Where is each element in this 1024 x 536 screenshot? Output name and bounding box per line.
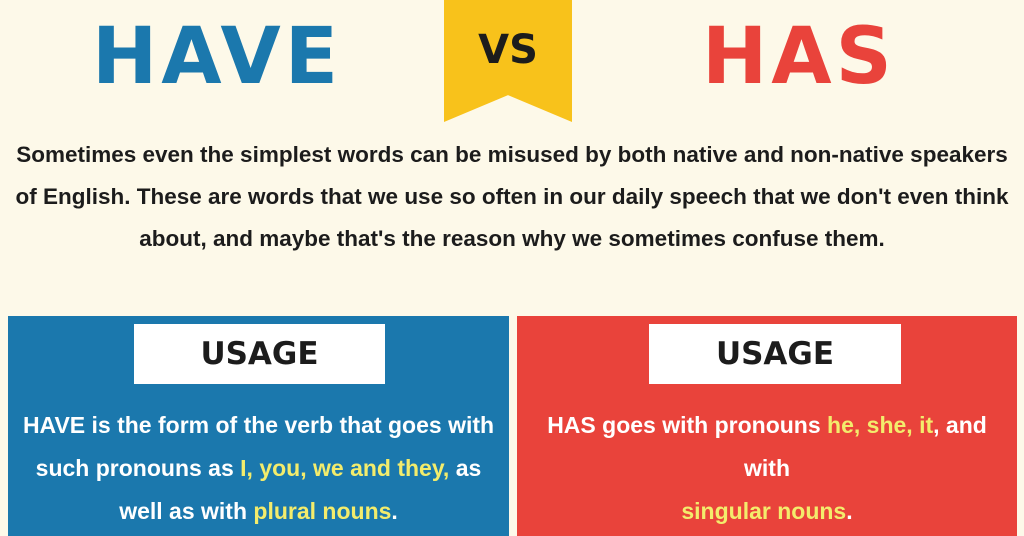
have-usage-text: HAVE is the form of the verb that goes w… <box>18 404 499 533</box>
vs-label: VS <box>478 27 538 73</box>
has-highlight-singular-nouns: singular nouns <box>681 498 847 524</box>
title-has: HAS <box>702 12 896 102</box>
have-highlight-pronouns: I, you, we and they, <box>240 455 450 481</box>
has-text-part3: . <box>846 498 853 524</box>
has-usage-text: HAS goes with pronouns he, she, it, and … <box>527 404 1007 533</box>
has-text-part1: HAS goes with pronouns <box>547 412 828 438</box>
have-text-part3: . <box>391 498 398 524</box>
vs-badge: VS <box>444 0 572 122</box>
have-usage-heading: USAGE <box>134 324 385 384</box>
has-highlight-pronouns: he, she, it <box>827 412 934 438</box>
title-header: HAVE VS HAS <box>0 0 1024 130</box>
have-highlight-plural-nouns: plural nouns <box>253 498 392 524</box>
title-have: HAVE <box>92 12 342 102</box>
has-usage-heading: USAGE <box>649 324 901 384</box>
have-usage-panel: USAGE HAVE is the form of the verb that … <box>8 316 509 536</box>
has-usage-panel: USAGE HAS goes with pronouns he, she, it… <box>517 316 1017 536</box>
intro-paragraph: Sometimes even the simplest words can be… <box>15 142 1009 251</box>
